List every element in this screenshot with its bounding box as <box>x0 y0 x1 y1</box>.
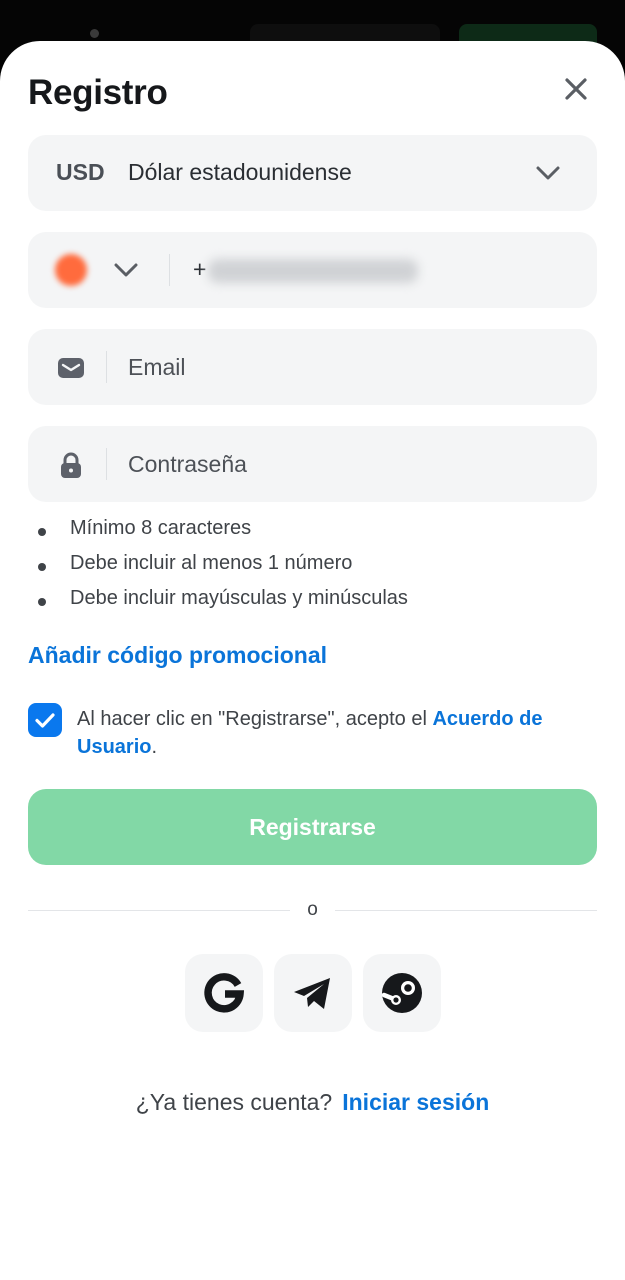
page-title: Registro <box>28 73 168 112</box>
password-rule: Debe incluir mayúsculas y minúsculas <box>28 586 588 621</box>
rule-text: Debe incluir mayúsculas y minúsculas <box>70 587 408 609</box>
agreement-text: Al hacer clic en "Registrarse", acepto e… <box>77 705 607 761</box>
rule-text: Debe incluir al menos 1 número <box>70 552 353 574</box>
agreement-prefix: Al hacer clic en "Registrarse", acepto e… <box>77 708 433 730</box>
phone-field: + <box>28 232 597 308</box>
agreement-suffix: . <box>151 736 158 758</box>
country-flag-icon[interactable] <box>55 254 87 286</box>
password-rule: Mínimo 8 caracteres <box>28 516 588 551</box>
lock-icon <box>61 452 81 478</box>
checkmark-icon <box>35 713 55 728</box>
bullet <box>38 563 46 571</box>
divider-text: o <box>307 899 318 920</box>
password-rule: Debe incluir al menos 1 número <box>28 551 588 586</box>
bullet <box>38 598 46 606</box>
bullet <box>38 528 46 536</box>
divider <box>106 448 107 480</box>
steam-icon <box>381 973 422 1013</box>
telegram-icon <box>294 978 330 1009</box>
email-field <box>28 329 597 405</box>
google-login-button[interactable] <box>185 954 263 1032</box>
currency-name: Dólar estadounidense <box>128 159 352 185</box>
register-button[interactable]: Registrarse <box>28 789 597 865</box>
currency-select[interactable]: USD Dólar estadounidense <box>28 135 597 211</box>
registration-sheet: Registro USD Dólar estadounidense + Míni… <box>0 41 625 1280</box>
mail-icon <box>58 358 84 378</box>
login-prompt: ¿Ya tienes cuenta? Iniciar sesión <box>0 1089 625 1116</box>
close-button[interactable] <box>559 72 593 106</box>
login-link[interactable]: Iniciar sesión <box>342 1089 489 1115</box>
chevron-down-icon <box>536 166 560 180</box>
divider <box>106 351 107 383</box>
google-icon <box>204 973 245 1013</box>
close-icon <box>565 78 587 100</box>
divider <box>169 254 170 286</box>
email-input[interactable] <box>128 329 568 405</box>
phone-number-input[interactable] <box>208 259 418 283</box>
steam-login-button[interactable] <box>363 954 441 1032</box>
login-prompt-text: ¿Ya tienes cuenta? <box>135 1089 333 1115</box>
country-chevron-down-icon[interactable] <box>112 256 140 284</box>
password-field <box>28 426 597 502</box>
currency-code: USD <box>56 159 105 185</box>
rule-text: Mínimo 8 caracteres <box>70 517 252 539</box>
add-promo-code-link[interactable]: Añadir código promocional <box>28 642 327 669</box>
divider-line-left <box>28 910 290 911</box>
background-dot <box>90 29 99 38</box>
phone-prefix: + <box>193 256 207 282</box>
password-input[interactable] <box>128 426 568 502</box>
password-rules-list: Mínimo 8 caracteres Debe incluir al meno… <box>28 516 588 621</box>
telegram-login-button[interactable] <box>274 954 352 1032</box>
divider-line-right <box>335 910 597 911</box>
agreement-checkbox[interactable] <box>28 703 62 737</box>
